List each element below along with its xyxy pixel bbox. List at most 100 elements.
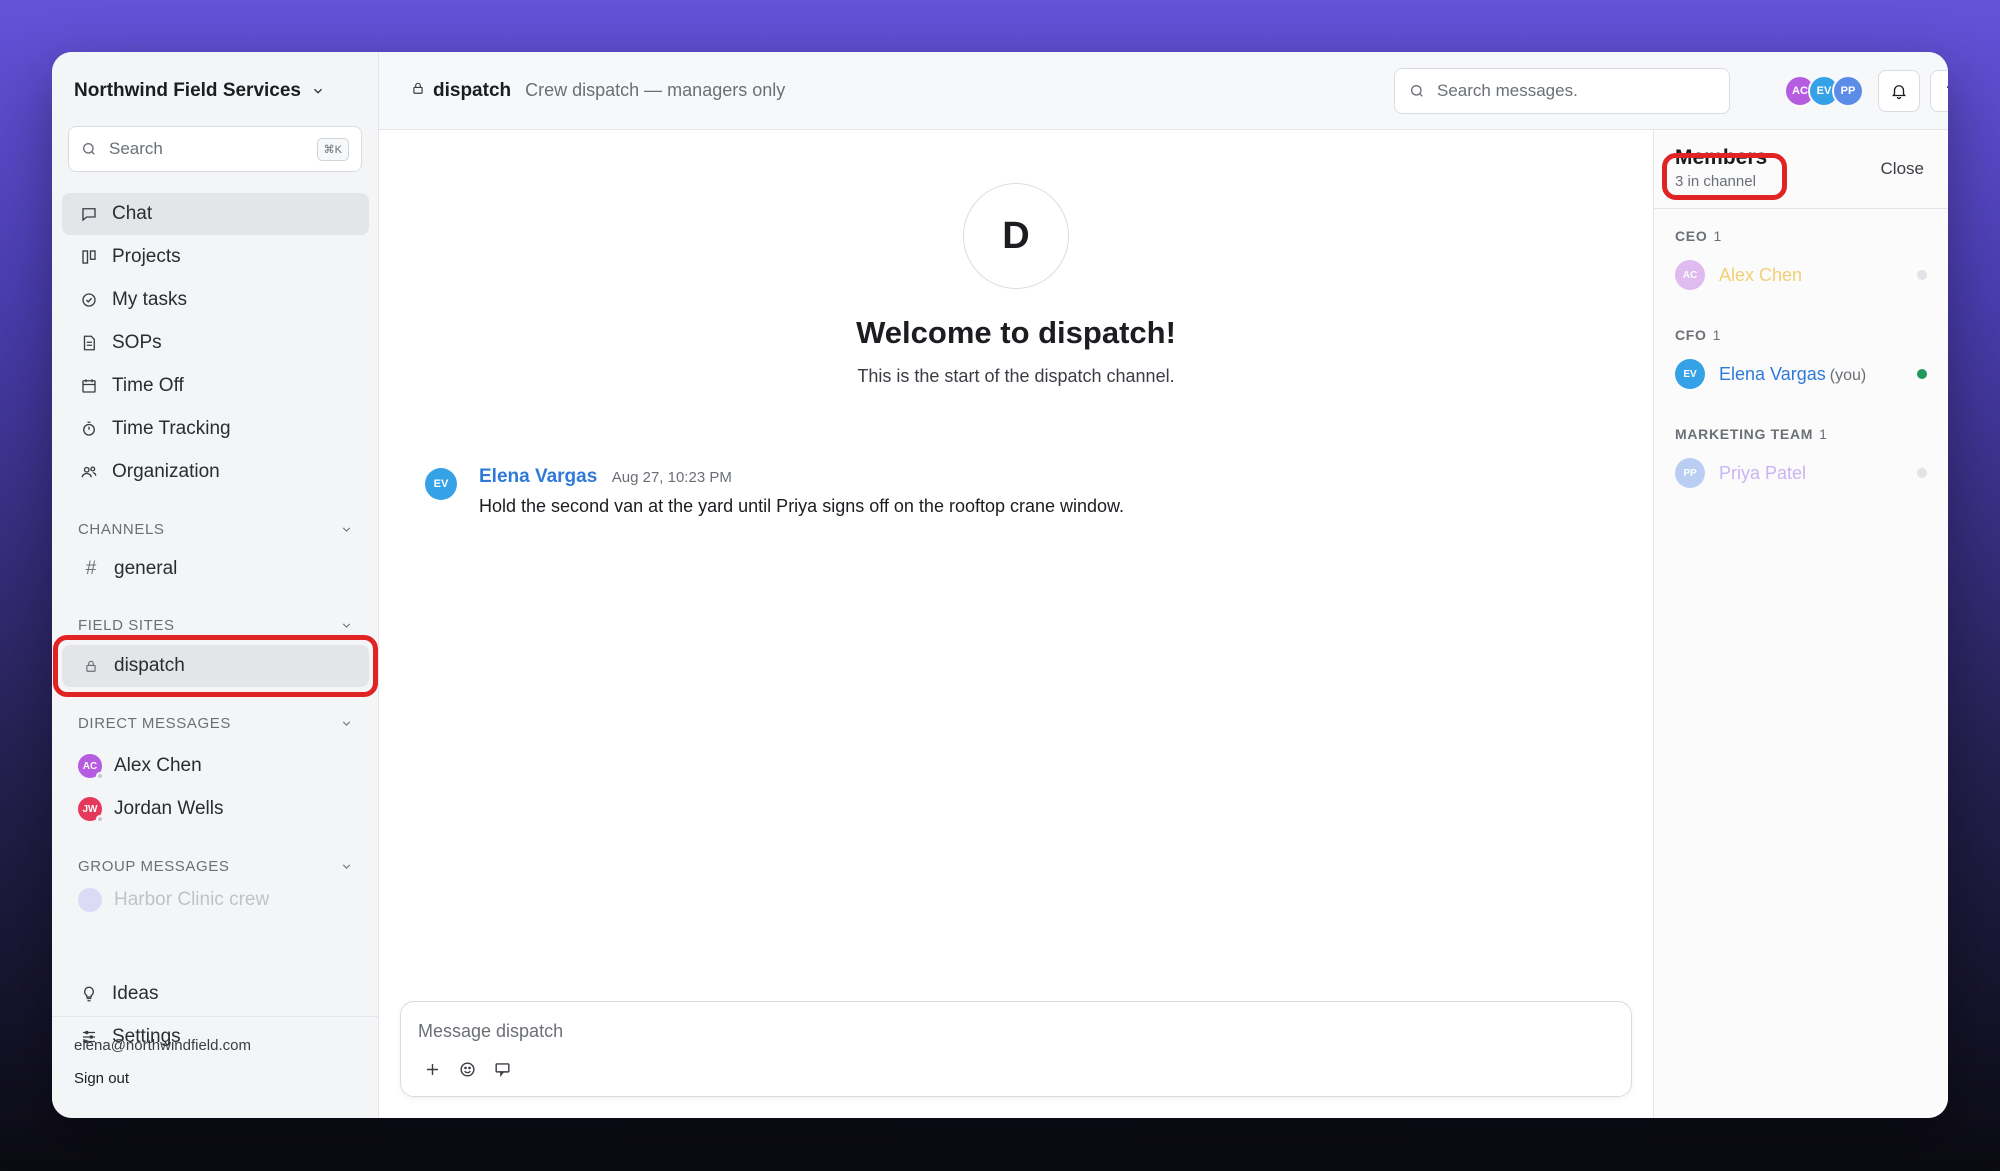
presence-dot — [96, 772, 104, 780]
avatar-initials: PP — [1840, 85, 1856, 97]
check-circle-icon — [82, 293, 96, 307]
avatar — [78, 888, 102, 912]
presentation-icon[interactable] — [493, 1060, 512, 1079]
role-name: CFO — [1675, 327, 1707, 343]
you-badge: (you) — [1829, 366, 1867, 384]
chat-pane: D Welcome to dispatch! This is the start… — [379, 130, 1653, 1118]
group-label: Harbor Clinic crew — [114, 889, 270, 910]
avatar-initials: AC — [1682, 269, 1698, 281]
emoji-icon[interactable] — [458, 1060, 477, 1079]
message-author[interactable]: Elena Vargas — [479, 466, 597, 487]
chevron-down-icon — [342, 527, 351, 532]
nav-item-ideas[interactable]: Ideas — [62, 973, 369, 1015]
nav-label: Projects — [112, 246, 181, 267]
dm-item-alex-chen[interactable]: AC Alex Chen — [62, 745, 369, 787]
group-messages-section-header[interactable]: GROUP MESSAGES — [78, 858, 353, 875]
direct-messages-section-header[interactable]: DIRECT MESSAGES — [78, 715, 353, 732]
avatar-initials: AC — [1792, 85, 1808, 97]
workspace-switcher[interactable]: Northwind Field Services — [74, 80, 325, 102]
member-name: Elena Vargas (you) — [1719, 364, 1866, 385]
nav-item-chat[interactable]: Chat — [62, 193, 369, 235]
channel-item-general[interactable]: # general — [62, 548, 369, 590]
nav-label: Time Off — [112, 375, 184, 396]
avatar: EV — [1675, 359, 1705, 389]
composer-placeholder: Message dispatch — [418, 1021, 564, 1041]
role-count: 1 — [1712, 327, 1722, 343]
section-label: CHANNELS — [78, 521, 165, 538]
role-count: 1 — [1819, 426, 1828, 442]
chat-bubble-icon — [82, 208, 96, 222]
channel-avatar: D — [963, 183, 1069, 289]
nav-label: Organization — [112, 461, 220, 482]
message-search-placeholder: Search messages. — [1437, 81, 1578, 100]
role-name: CEO — [1675, 228, 1708, 244]
group-item-harbor-clinic[interactable]: Harbor Clinic crew — [62, 882, 369, 918]
presence-dot — [96, 815, 104, 823]
message-body: Elena Vargas Aug 27, 10:23 PM Hold the s… — [479, 466, 1124, 517]
close-members-button[interactable]: Close — [1881, 159, 1924, 179]
sidebar-search-placeholder: Search — [109, 139, 163, 158]
lock-icon — [86, 660, 96, 672]
channels-section-header[interactable]: CHANNELS — [78, 521, 353, 538]
avatar-initials: EV — [433, 478, 449, 490]
avatar-initials: EV — [1816, 85, 1832, 97]
members-header: Members 3 in channel Close — [1654, 130, 1948, 209]
dm-label: Jordan Wells — [114, 798, 224, 819]
main-nav: Chat Projects My tasks SOPs Time Off Tim… — [62, 193, 369, 494]
lock-icon — [411, 81, 425, 100]
dm-item-jordan-wells[interactable]: JW Jordan Wells — [62, 788, 369, 830]
help-button[interactable]: ? — [1930, 70, 1948, 112]
nav-item-my-tasks[interactable]: My tasks — [62, 279, 369, 321]
member-row-elena-vargas[interactable]: EV Elena Vargas (you) — [1675, 359, 1927, 389]
member-row-priya-patel[interactable]: PP Priya Patel — [1675, 458, 1927, 488]
lightbulb-icon — [84, 986, 94, 1002]
nav-label: Chat — [112, 203, 153, 224]
nav-item-time-tracking[interactable]: Time Tracking — [62, 408, 369, 450]
avatar: PP — [1832, 75, 1864, 107]
search-shortcut: ⌘K — [316, 137, 349, 161]
user-email: elena@northwindfield.com — [74, 1037, 251, 1054]
presence-dot — [1917, 468, 1927, 478]
composer-toolbar — [423, 1060, 512, 1079]
avatar: AC — [1675, 260, 1705, 290]
sidebar-footer: elena@northwindfield.com Sign out — [52, 1016, 378, 1118]
avatar-initials: EV — [1683, 368, 1697, 380]
help-icon: ? — [1946, 81, 1948, 101]
kanban-icon — [82, 250, 96, 264]
section-label: FIELD SITES — [78, 617, 175, 634]
avatar: AC — [78, 754, 104, 780]
nav-item-organization[interactable]: Organization — [62, 451, 369, 493]
nav-label: My tasks — [112, 289, 187, 310]
sidebar: Northwind Field Services Search ⌘K Chat … — [52, 52, 379, 1118]
nav-item-time-off[interactable]: Time Off — [62, 365, 369, 407]
message-composer[interactable]: Message dispatch — [400, 1001, 1632, 1097]
role-group-label: CEO 1 — [1675, 228, 1722, 244]
avatar: PP — [1675, 458, 1705, 488]
member-avatar-stack[interactable]: AC EV PP — [1784, 75, 1864, 107]
message-text: Hold the second van at the yard until Pr… — [479, 496, 1125, 516]
member-row-alex-chen[interactable]: AC Alex Chen — [1675, 260, 1927, 290]
message-search-input[interactable]: Search messages. — [1394, 68, 1730, 114]
channel-header: dispatch Crew dispatch — managers only S… — [379, 52, 1948, 130]
document-icon — [83, 335, 95, 351]
field-sites-section-header[interactable]: FIELD SITES — [78, 617, 353, 634]
sidebar-search[interactable]: Search ⌘K — [68, 126, 362, 172]
role-group-label: MARKETING TEAM 1 — [1675, 426, 1828, 442]
plus-icon[interactable] — [423, 1060, 442, 1079]
presence-dot — [1917, 270, 1927, 280]
members-count: 3 in channel — [1675, 173, 1756, 190]
sign-out-link[interactable]: Sign out — [74, 1070, 356, 1087]
notifications-button[interactable] — [1878, 70, 1920, 112]
workspace-name: Northwind Field Services — [74, 80, 301, 101]
chevron-down-icon — [342, 623, 351, 628]
nav-label: Ideas — [112, 983, 159, 1004]
chevron-down-icon — [342, 721, 351, 726]
hash-icon: # — [85, 558, 97, 579]
avatar[interactable]: EV — [425, 468, 457, 500]
channel-label: dispatch — [114, 655, 185, 676]
nav-item-sops[interactable]: SOPs — [62, 322, 369, 364]
channel-item-dispatch[interactable]: dispatch — [62, 645, 369, 687]
chevron-down-icon — [313, 88, 323, 94]
nav-item-projects[interactable]: Projects — [62, 236, 369, 278]
avatar-initials: PP — [1683, 467, 1697, 479]
